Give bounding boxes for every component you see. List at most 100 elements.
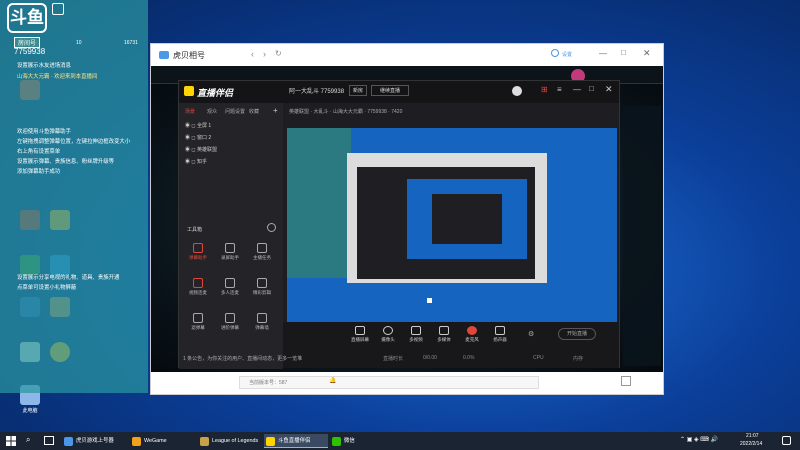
close-icon[interactable]: ✕ [643, 48, 651, 59]
tool-clip[interactable]: 精彩剪辑 [247, 278, 277, 296]
tray-icons[interactable]: ⌃ ▣ ◈ ⌨ 🔊 [680, 436, 718, 443]
mail-icon[interactable] [52, 3, 64, 15]
screen-capture-button[interactable]: 直播屏幕 [345, 326, 375, 343]
layer-item[interactable]: ◉ ◻ 窗口 2 [185, 134, 211, 141]
stat-bitrate: 0/0.00 [423, 355, 437, 361]
add-icon[interactable]: + [273, 106, 278, 115]
tool-filter[interactable]: 滤弹幕 [183, 313, 213, 331]
task-huya[interactable]: 虎贝游戏上号器 [62, 434, 134, 448]
continue-stream-tag[interactable]: 继续直播 [371, 85, 410, 96]
chat-message: 设置展示水友进场消息 [17, 63, 71, 69]
tab-favorites[interactable]: 收藏 [249, 108, 259, 115]
minimize-icon[interactable]: — [573, 85, 581, 94]
chat-message: 山海大大元霸 · 欢迎来到本直播间 [17, 74, 98, 80]
avatar[interactable] [512, 86, 522, 96]
task-icon [257, 243, 267, 253]
eye-icon[interactable]: ◉ ◻ [185, 159, 197, 165]
refresh-icon[interactable]: ↻ [275, 49, 282, 58]
lol-icon [200, 437, 209, 446]
eye-icon[interactable]: ◉ ◻ [185, 147, 197, 153]
tool-multi-link[interactable]: 多人连麦 [215, 278, 245, 296]
user-icon [225, 243, 235, 253]
streamer-name: 阿一大乱斗 7759938 [289, 89, 345, 95]
chat-message: 点菜单可设置小礼物屏蔽 [17, 285, 77, 291]
room-id: 7759938 [14, 47, 46, 56]
chat-message: 左键拖拽调整弹幕位置，左键拉伸边框改变大小 [17, 139, 131, 145]
tool-danmu[interactable]: 弹幕助手 [183, 243, 213, 261]
huya-logo-icon [159, 51, 169, 59]
clip-icon [257, 278, 267, 288]
maximize-icon[interactable]: □ [621, 48, 626, 57]
chat-message: 右上角有设置菜单 [17, 149, 61, 155]
tool-wall[interactable]: 弹幕墙 [247, 313, 277, 331]
clock-time[interactable]: 21:07 [746, 433, 759, 439]
app-logo-icon [184, 86, 194, 96]
settings-icon[interactable]: ⚙ [528, 330, 534, 338]
app-title: 直播伴侣 [197, 88, 234, 98]
stat-duration: 直播时长 [383, 356, 404, 362]
start-stream-button[interactable]: 开始直播 [558, 328, 596, 340]
multi-video-button[interactable]: 多视频 [401, 326, 431, 343]
chat-message: 设置展示弹幕、贵族信息、粉丝牌升级等 [17, 159, 115, 165]
speaker-button[interactable]: 扬声器 [485, 326, 515, 343]
minimize-icon[interactable]: — [599, 49, 607, 58]
camera-icon [383, 326, 393, 335]
close-icon[interactable]: ✕ [605, 84, 613, 95]
clock-date[interactable]: 2022/2/14 [740, 441, 762, 447]
menu-icon[interactable]: ≡ [557, 85, 562, 94]
streamer-app-window[interactable]: 直播伴侣 阿一大乱斗 7759938 新房 继续直播 ⊞ ≡ — □ ✕ 场景 … [178, 80, 620, 369]
stat-drop: 0.0% [463, 355, 475, 361]
tool-record[interactable]: 录屏助手 [215, 243, 245, 261]
eye-icon[interactable]: ◉ ◻ [185, 135, 197, 141]
speaker-icon [495, 326, 505, 335]
app-titlebar: 直播伴侣 阿一大乱斗 7759938 新房 继续直播 ⊞ ≡ — □ ✕ [179, 81, 619, 103]
camera-button[interactable]: 摄像头 [373, 326, 403, 343]
tool-video-link[interactable]: 视频连麦 [183, 278, 213, 296]
tool-task[interactable]: 主播任务 [247, 243, 277, 261]
streamer-icon [266, 437, 275, 446]
preview-nested-inner [432, 194, 502, 244]
huya-title: 虎贝相号 [173, 51, 205, 60]
microphone-button[interactable]: 麦克风 [457, 326, 487, 343]
chat-message: 添加弹幕助手成功 [17, 169, 61, 175]
tab-settings[interactable]: 问题设置 [225, 108, 245, 115]
video-icon [193, 278, 203, 288]
back-icon[interactable]: ‹ [251, 49, 254, 59]
video-icon [411, 326, 421, 335]
search-icon[interactable]: ⌕ [26, 435, 30, 445]
layer-item[interactable]: ◉ ◻ 知乎 [185, 158, 207, 165]
user-icon[interactable] [551, 49, 559, 57]
stat-memory: 内存 [573, 356, 584, 362]
forward-icon[interactable]: › [263, 49, 266, 59]
windows-start-icon[interactable] [6, 436, 16, 446]
task-wegame[interactable]: WeGame [130, 434, 198, 448]
tag-new[interactable]: 新房 [349, 85, 368, 96]
danmu-assistant-panel[interactable]: 斗鱼 房间号 7759938 10 16731 设置展示水友进场消息 山海大大元… [0, 0, 148, 393]
douyu-logo: 斗鱼 [7, 3, 47, 33]
layer-item[interactable]: ◉ ◻ 全屏 1 [185, 122, 211, 129]
task-streamer[interactable]: 斗鱼直播伴侣 [264, 434, 328, 448]
maximize-icon[interactable]: □ [589, 84, 594, 93]
chat-message: 设置展示分享电视的礼物、道具、贵族开通 [17, 275, 120, 281]
more-icon[interactable] [267, 223, 276, 232]
huya-settings-link[interactable]: 设置 [562, 51, 572, 58]
layer-item[interactable]: ◉ ◻ 英雄联盟 [185, 146, 217, 153]
eye-icon[interactable]: ◉ ◻ [185, 123, 197, 129]
bell-icon[interactable]: 🔔 [329, 377, 336, 384]
task-wechat[interactable]: 微信 [330, 434, 390, 448]
task-lol[interactable]: League of Legends [198, 434, 262, 448]
stat-cpu: CPU [533, 355, 544, 361]
game-side-panel [623, 106, 661, 366]
notification-icon[interactable]: ⊞ [541, 85, 548, 94]
tab-scene[interactable]: 场景 [185, 108, 195, 115]
task-view-icon[interactable] [44, 436, 54, 445]
fans-count: 10 [76, 40, 82, 46]
notification-icon[interactable] [782, 436, 791, 445]
tab-audience[interactable]: 观众 [207, 108, 217, 115]
tool-advanced[interactable]: 进阶弹幕 [215, 313, 245, 331]
stream-preview[interactable] [287, 128, 617, 348]
wechat-icon [332, 437, 341, 446]
screenshot-icon[interactable] [621, 376, 631, 386]
media-button[interactable]: 多媒体 [429, 326, 459, 343]
chat-message: 欢迎使用斗鱼弹幕助手 [17, 129, 71, 135]
